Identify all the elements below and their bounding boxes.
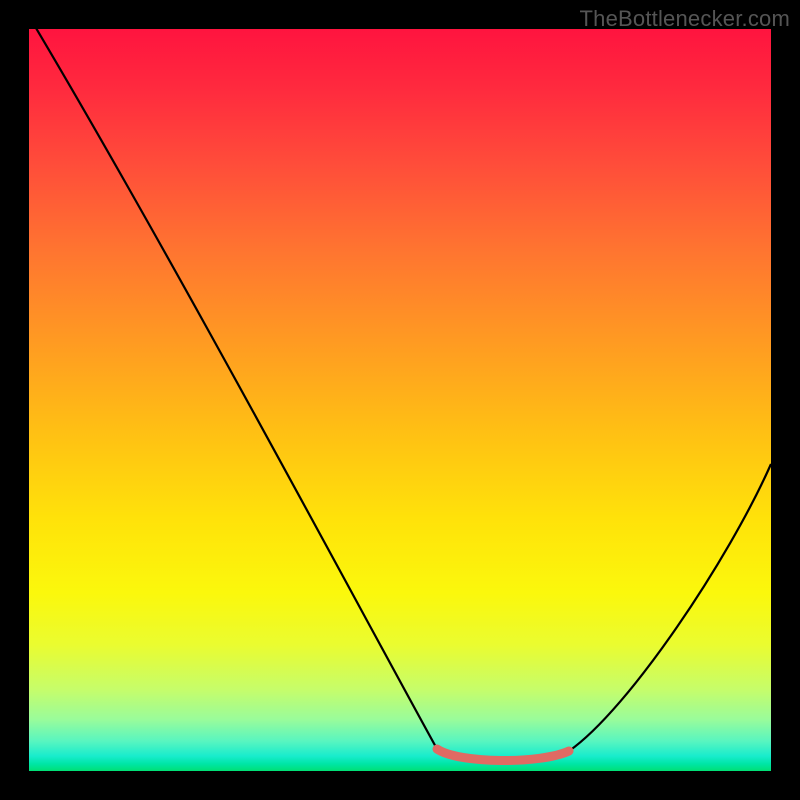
optimal-zone-highlight [437, 749, 569, 761]
watermark-text: TheBottlenecker.com [580, 6, 790, 32]
chart-svg [29, 29, 771, 771]
bottleneck-curve [33, 29, 771, 761]
chart-plot-area [29, 29, 771, 771]
